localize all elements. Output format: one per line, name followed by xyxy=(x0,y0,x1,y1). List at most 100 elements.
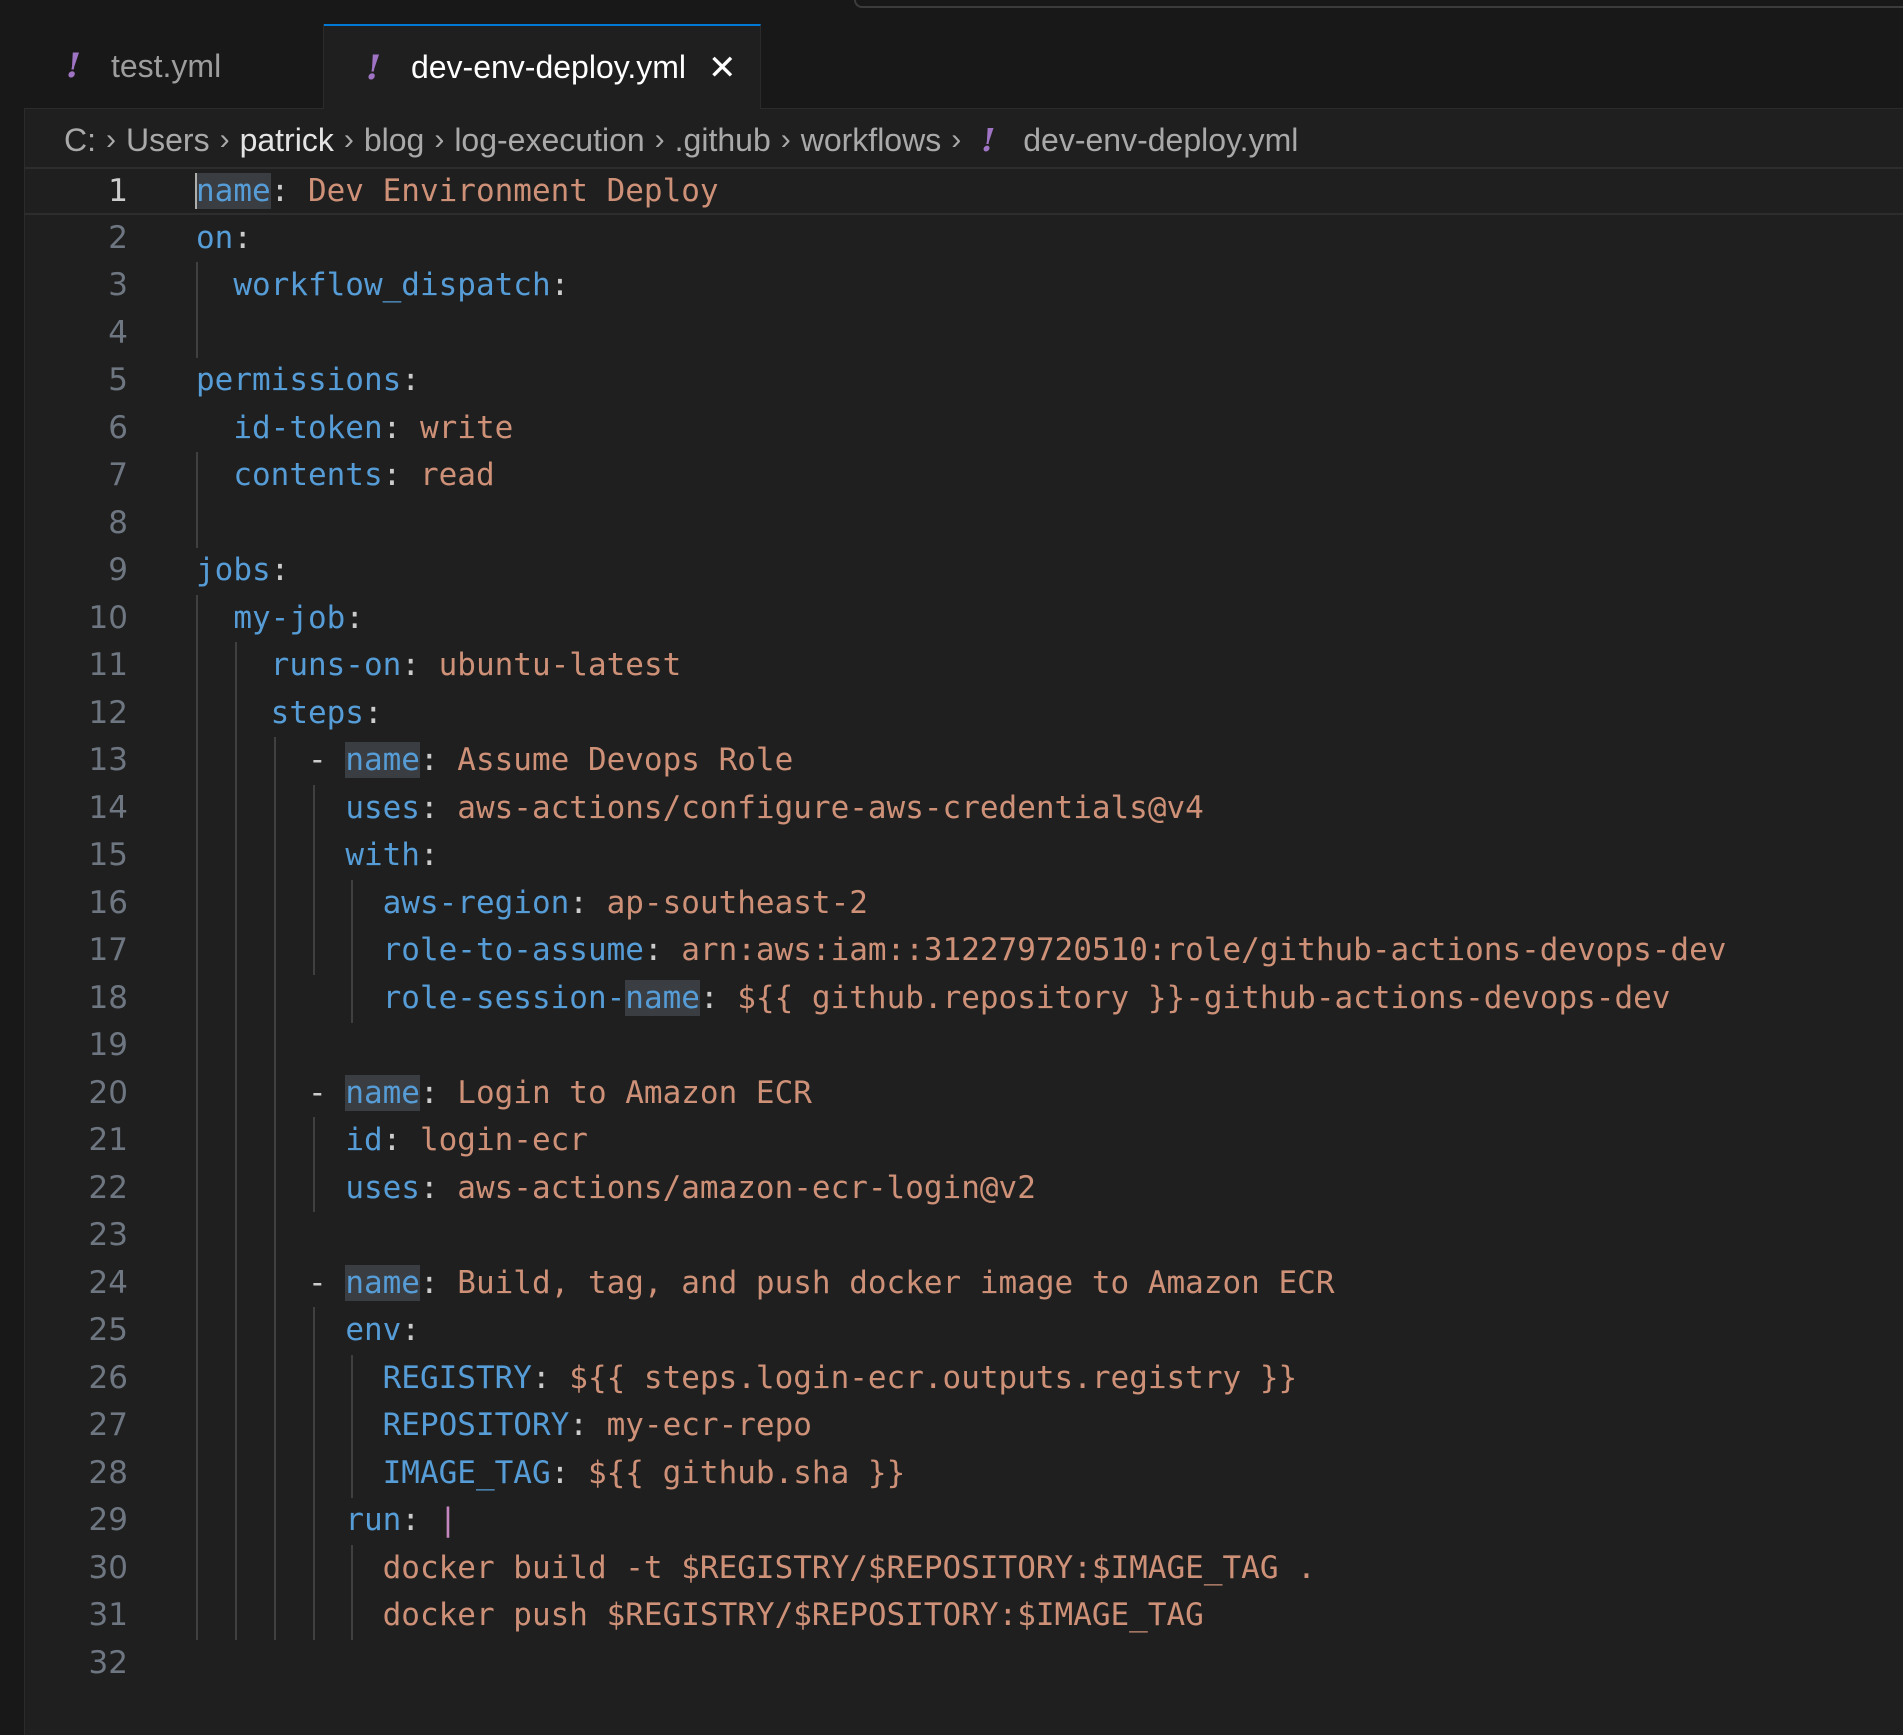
code-line[interactable]: 32 xyxy=(24,1640,1903,1688)
breadcrumb-item[interactable]: workflows xyxy=(801,122,941,159)
code-text: my-job: xyxy=(196,595,364,643)
code-line[interactable]: 9 jobs: xyxy=(24,547,1903,595)
line-number: 16 xyxy=(88,884,128,921)
code-line[interactable]: 21 id: login-ecr xyxy=(24,1117,1903,1165)
code-token: : xyxy=(363,694,383,731)
code-text: env: xyxy=(196,1307,420,1355)
code-text: on: xyxy=(196,215,252,263)
code-line[interactable]: 16 aws-region: ap-southeast-2 xyxy=(24,880,1903,928)
chevron-right-icon: › xyxy=(654,123,665,156)
code-token: Build, tag, and push docker image to Ama… xyxy=(457,1264,1335,1301)
code-text: id-token: write xyxy=(196,405,513,453)
code-token: : xyxy=(419,837,439,873)
code-line[interactable]: 13 - name: Assume Devops Role xyxy=(24,737,1903,785)
code-editor[interactable]: 1 name: Dev Environment Deploy 2 on: 3 workf… xyxy=(24,167,1903,1735)
code-token: role-session- xyxy=(382,979,626,1016)
code-line[interactable]: 1 name: Dev Environment Deploy xyxy=(24,167,1903,215)
code-line[interactable]: 15 with: xyxy=(24,832,1903,880)
line-number: 9 xyxy=(108,552,128,588)
line-number: 20 xyxy=(88,1074,128,1111)
breadcrumb-item[interactable]: dev-env-deploy.yml xyxy=(1023,122,1298,159)
code-line[interactable]: 8 xyxy=(24,500,1903,548)
code-text: REPOSITORY: my-ecr-repo xyxy=(196,1402,812,1450)
code-token: id xyxy=(345,1122,383,1158)
code-token: docker build -t $REGISTRY/$REPOSITORY:$I… xyxy=(382,1549,1316,1586)
line-number: 22 xyxy=(88,1169,128,1206)
code-text: REGISTRY: ${{ steps.login-ecr.outputs.re… xyxy=(196,1355,1298,1403)
code-line[interactable]: 18 role-session-name: ${{ github.reposit… xyxy=(24,975,1903,1023)
yaml-exclamation-icon: ! xyxy=(66,46,81,86)
breadcrumb-item[interactable]: log-execution xyxy=(454,122,644,159)
code-line[interactable]: 25 env: xyxy=(24,1307,1903,1355)
code-line[interactable]: 27 REPOSITORY: my-ecr-repo xyxy=(24,1402,1903,1450)
code-line[interactable]: 28 IMAGE_TAG: ${{ github.sha }} xyxy=(24,1450,1903,1498)
code-token: : xyxy=(270,552,290,588)
code-token: : xyxy=(550,267,570,303)
line-number: 1 xyxy=(108,173,128,209)
code-line[interactable]: 24 - name: Build, tag, and push docker i… xyxy=(24,1260,1903,1308)
close-icon[interactable]: ✕ xyxy=(708,48,737,88)
code-line[interactable]: 7 contents: read xyxy=(24,452,1903,500)
chevron-right-icon: › xyxy=(219,123,230,156)
code-line[interactable]: 12 steps: xyxy=(24,690,1903,738)
breadcrumb-item[interactable]: .github xyxy=(675,122,771,159)
code-text: - name: Assume Devops Role xyxy=(196,737,793,785)
code-line[interactable]: 6 id-token: write xyxy=(24,405,1903,453)
line-number: 26 xyxy=(88,1359,128,1396)
code-line[interactable]: 31 docker push $REGISTRY/$REPOSITORY:$IM… xyxy=(24,1592,1903,1640)
line-number: 2 xyxy=(108,219,128,256)
code-line[interactable]: 14 uses: aws-actions/configure-aws-crede… xyxy=(24,785,1903,833)
line-number: 21 xyxy=(88,1122,128,1158)
breadcrumb-item[interactable]: blog xyxy=(364,122,425,159)
code-line[interactable]: 30 docker build -t $REGISTRY/$REPOSITORY… xyxy=(24,1545,1903,1593)
code-token: contents xyxy=(233,457,383,493)
title-bar xyxy=(24,0,1903,24)
code-token: : xyxy=(401,1312,420,1348)
code-token: : xyxy=(382,409,420,446)
code-line[interactable]: 19 xyxy=(24,1022,1903,1070)
code-text: name: Dev Environment Deploy xyxy=(196,169,719,213)
code-token: : xyxy=(382,457,420,493)
line-number: 10 xyxy=(88,599,128,636)
code-token: name xyxy=(345,1264,420,1301)
code-line[interactable]: 11 runs-on: ubuntu-latest xyxy=(24,642,1903,690)
code-line[interactable]: 10 my-job: xyxy=(24,595,1903,643)
tab-label: dev-env-deploy.yml xyxy=(410,49,687,85)
tab-test-yml[interactable]: ! test.yml xyxy=(24,24,324,108)
line-number: 28 xyxy=(88,1454,128,1491)
breadcrumb-item[interactable]: patrick xyxy=(240,122,334,159)
code-line[interactable]: 20 - name: Login to Amazon ECR xyxy=(24,1070,1903,1118)
command-center-edge[interactable] xyxy=(854,0,1903,8)
line-number: 17 xyxy=(88,932,128,968)
code-token: my-job xyxy=(233,599,346,636)
code-line[interactable]: 5 permissions: xyxy=(24,357,1903,405)
line-number: 3 xyxy=(108,267,128,303)
code-line[interactable]: 17 role-to-assume: arn:aws:iam::31227972… xyxy=(24,927,1903,975)
code-text: aws-region: ap-southeast-2 xyxy=(196,880,868,928)
code-text: uses: aws-actions/configure-aws-credenti… xyxy=(196,785,1204,833)
code-line[interactable]: 3 workflow_dispatch: xyxy=(24,262,1903,310)
breadcrumb-item[interactable]: C: xyxy=(64,122,96,159)
code-line[interactable]: 22 uses: aws-actions/amazon-ecr-login@v2 xyxy=(24,1165,1903,1213)
code-token: : xyxy=(270,173,308,209)
code-text: contents: read xyxy=(196,452,494,500)
code-token: name xyxy=(345,1074,420,1111)
code-line[interactable]: 4 xyxy=(24,310,1903,358)
line-number: 24 xyxy=(88,1264,128,1301)
code-line[interactable]: 29 run: | xyxy=(24,1497,1903,1545)
code-text: IMAGE_TAG: ${{ github.sha }} xyxy=(196,1450,906,1498)
breadcrumb-item[interactable]: Users xyxy=(126,122,210,159)
line-number: 23 xyxy=(88,1217,128,1253)
tab-dev-env-deploy-yml[interactable]: ! dev-env-deploy.yml ✕ xyxy=(324,24,761,109)
code-line[interactable]: 26 REGISTRY: ${{ steps.login-ecr.outputs… xyxy=(24,1355,1903,1403)
code-line[interactable]: 2 on: xyxy=(24,215,1903,263)
code-token: - xyxy=(307,742,346,778)
code-line[interactable]: 23 xyxy=(24,1212,1903,1260)
code-token: : xyxy=(233,219,252,256)
